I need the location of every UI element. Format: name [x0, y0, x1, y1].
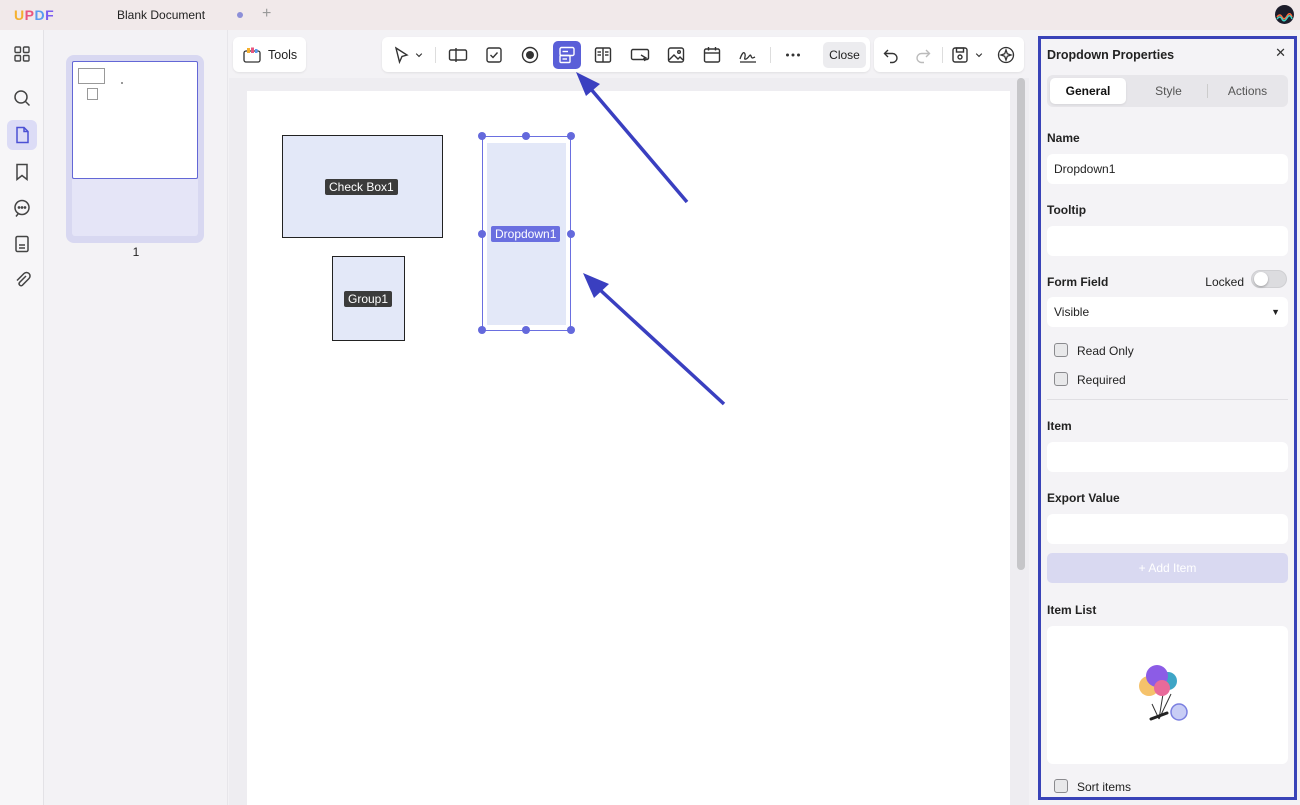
empty-balloons-icon — [1139, 665, 1188, 721]
group-field-label: Group1 — [344, 291, 393, 307]
edit-page-icon[interactable] — [7, 120, 37, 150]
read-only-label: Read Only — [1077, 344, 1134, 358]
add-item-button[interactable]: + Add Item — [1047, 553, 1288, 583]
left-rail — [0, 30, 44, 805]
export-value-label: Export Value — [1047, 491, 1120, 505]
sort-items-label: Sort items — [1077, 780, 1132, 794]
export-value-input[interactable] — [1047, 514, 1288, 544]
attachment-icon[interactable] — [7, 265, 37, 295]
document-tab-title[interactable]: Blank Document — [117, 8, 205, 22]
close-form-mode-button[interactable]: Close — [823, 42, 866, 68]
document-icon[interactable] — [7, 229, 37, 259]
image-field-icon[interactable] — [664, 43, 688, 67]
dropdown-tool-icon[interactable] — [553, 41, 581, 69]
visibility-select[interactable]: Visible ▼ — [1047, 297, 1288, 327]
item-label: Item — [1047, 419, 1072, 433]
resize-handle[interactable] — [567, 132, 575, 140]
properties-tabs: General Style Actions — [1047, 75, 1288, 107]
resize-handle[interactable] — [478, 326, 486, 334]
save-icon[interactable] — [948, 43, 972, 67]
locked-toggle[interactable] — [1251, 270, 1287, 288]
required-label: Required — [1077, 373, 1126, 387]
resize-handle[interactable] — [478, 230, 486, 238]
required-checkbox[interactable] — [1054, 372, 1068, 386]
tooltip-input[interactable] — [1047, 226, 1288, 256]
locked-label: Locked — [1205, 275, 1244, 289]
tooltip-label: Tooltip — [1047, 203, 1087, 217]
undo-icon[interactable] — [879, 43, 903, 67]
thumbnail-panel — [44, 30, 228, 805]
title-bar: UPDF Blank Document + — [0, 0, 1300, 30]
canvas-scrollbar[interactable] — [1017, 78, 1025, 570]
page-thumbnail[interactable] — [66, 55, 204, 243]
secondary-toolbar — [874, 37, 1024, 72]
tab-style[interactable]: Style — [1130, 78, 1207, 104]
checkbox-field-label: Check Box1 — [325, 179, 398, 195]
dropdown-properties-panel: Dropdown Properties ✕ General Style Acti… — [1038, 36, 1297, 800]
search-icon[interactable] — [7, 83, 37, 113]
bookmark-icon[interactable] — [7, 157, 37, 187]
resize-handle[interactable] — [567, 230, 575, 238]
close-icon[interactable]: ✕ — [1275, 45, 1286, 61]
date-field-icon[interactable] — [700, 43, 724, 67]
app-logo: UPDF — [14, 7, 55, 23]
unsaved-dot-icon — [237, 12, 243, 18]
dropdown-field-label: Dropdown1 — [491, 226, 561, 242]
panel-title: Dropdown Properties — [1047, 48, 1175, 62]
read-only-checkbox[interactable] — [1054, 343, 1068, 357]
ai-assistant-icon[interactable] — [994, 43, 1018, 67]
new-tab-icon[interactable]: + — [262, 5, 271, 23]
form-field-label: Form Field — [1047, 275, 1109, 289]
list-box-icon[interactable] — [591, 43, 615, 67]
text-field-icon[interactable] — [446, 43, 470, 67]
checkbox-tool-icon[interactable] — [482, 43, 506, 67]
signature-icon[interactable] — [736, 43, 760, 67]
tools-button[interactable]: Tools — [233, 37, 306, 72]
caret-down-icon: ▼ — [1271, 307, 1280, 317]
comment-icon[interactable] — [7, 193, 37, 223]
tab-actions[interactable]: Actions — [1209, 78, 1286, 104]
button-tool-icon[interactable] — [628, 43, 652, 67]
form-toolbar: Close — [382, 37, 870, 72]
visibility-select-value: Visible — [1054, 305, 1090, 319]
avatar[interactable] — [1275, 5, 1294, 24]
toolbox-icon — [243, 47, 261, 63]
tools-button-label: Tools — [268, 47, 298, 62]
tab-general[interactable]: General — [1050, 78, 1126, 104]
page-number-label: 1 — [132, 245, 140, 259]
item-input[interactable] — [1047, 442, 1288, 472]
item-list-box[interactable] — [1047, 626, 1288, 764]
more-options-icon[interactable] — [781, 43, 805, 67]
select-pointer-icon[interactable] — [389, 43, 413, 67]
save-options-chevron-icon[interactable] — [972, 43, 986, 67]
resize-handle[interactable] — [522, 326, 530, 334]
resize-handle[interactable] — [567, 326, 575, 334]
thumbnail-page-preview — [72, 61, 198, 179]
redo-icon[interactable] — [911, 43, 935, 67]
chevron-down-icon[interactable] — [412, 43, 426, 67]
thumbnails-grid-icon[interactable] — [7, 39, 37, 69]
radio-button-icon[interactable] — [518, 43, 542, 67]
name-label: Name — [1047, 131, 1080, 145]
name-input[interactable]: Dropdown1 — [1047, 154, 1288, 184]
resize-handle[interactable] — [522, 132, 530, 140]
sort-items-checkbox[interactable] — [1054, 779, 1068, 793]
item-list-label: Item List — [1047, 603, 1097, 617]
resize-handle[interactable] — [478, 132, 486, 140]
